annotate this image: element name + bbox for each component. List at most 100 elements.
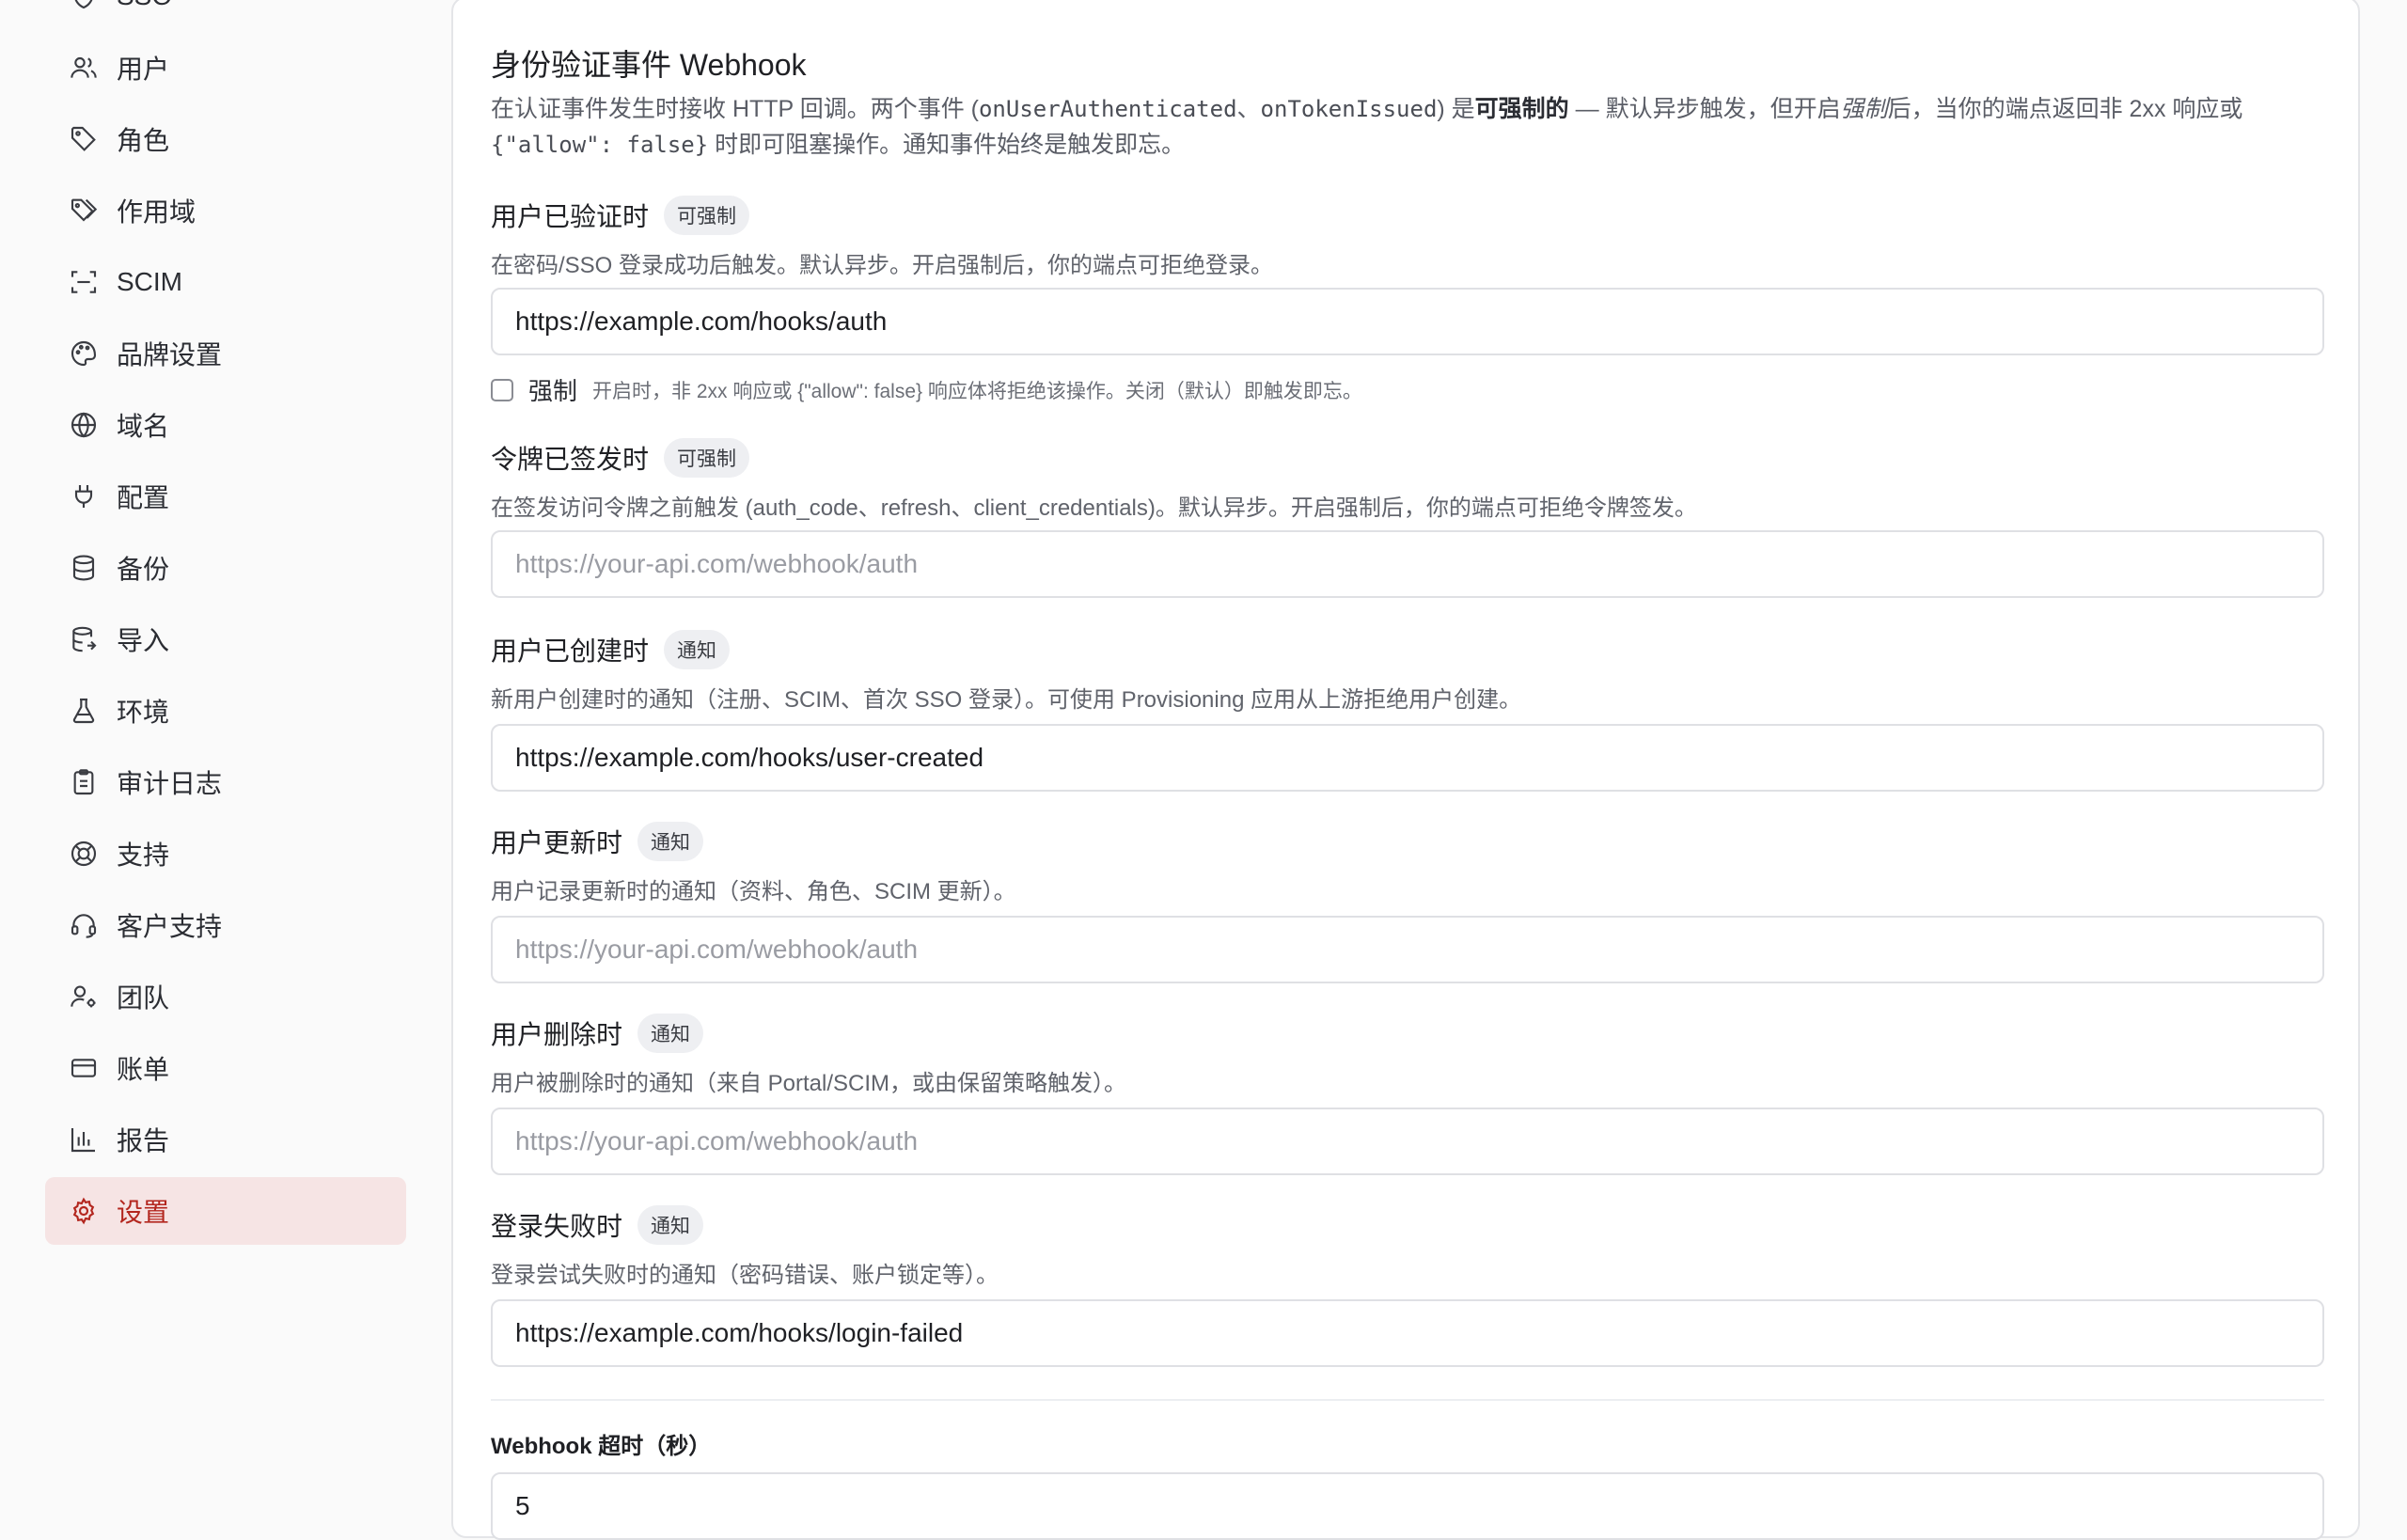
- sidebar-item-label: 客户支持: [117, 912, 223, 941]
- user-updated-url-input[interactable]: [491, 916, 2324, 983]
- notify-badge: 通知: [637, 1205, 704, 1245]
- plug-icon: [68, 480, 100, 512]
- sidebar-item-label: 配置: [117, 483, 170, 512]
- webhook-timeout-input[interactable]: [491, 1472, 2324, 1540]
- desc-code-on-token-issued: onTokenIssued: [1260, 96, 1438, 122]
- sidebar-item-import[interactable]: 导入: [45, 605, 406, 673]
- lifebuoy-icon: [68, 838, 100, 870]
- shield-icon: [68, 0, 100, 12]
- sidebar-item-branding[interactable]: 品牌设置: [45, 320, 406, 387]
- database-import-icon: [68, 623, 100, 655]
- user-cog-icon: [68, 981, 100, 1013]
- event-login-failed-title: 登录失败时 通知: [491, 1205, 704, 1245]
- users-icon: [68, 52, 100, 84]
- sidebar-item-billing[interactable]: 账单: [45, 1034, 406, 1102]
- sidebar-item-audit-log[interactable]: 审计日志: [45, 748, 406, 816]
- desc-italic: 强制: [1840, 96, 1888, 122]
- user-created-url-input[interactable]: [491, 724, 2324, 792]
- database-icon: [68, 552, 100, 584]
- user-authenticated-url-input[interactable]: [491, 288, 2324, 355]
- sidebar-item-config[interactable]: 配置: [45, 463, 406, 530]
- palette-icon: [68, 338, 100, 369]
- sidebar-item-label: 备份: [117, 555, 170, 584]
- sidebar-item-label: 品牌设置: [117, 340, 223, 369]
- enforce-label: 强制: [528, 377, 578, 405]
- event-user-authenticated-title: 用户已验证时 可强制: [491, 196, 750, 235]
- sidebar-item-label: 账单: [117, 1055, 170, 1084]
- sidebar-item-environments[interactable]: 环境: [45, 677, 406, 745]
- scan-icon: [68, 266, 100, 298]
- sidebar-item-domains[interactable]: 域名: [45, 391, 406, 459]
- event-token-issued-title: 令牌已签发时 可强制: [491, 438, 750, 478]
- token-issued-url-input[interactable]: [491, 530, 2324, 598]
- sidebar-item-label: 用户: [117, 55, 170, 84]
- sidebar-item-reports[interactable]: 报告: [45, 1106, 406, 1173]
- desc-text: 在认证事件发生时接收 HTTP 回调。两个事件 (: [491, 96, 979, 122]
- enforce-row: 强制 开启时，非 2xx 响应或 {"allow": false} 响应体将拒绝…: [491, 372, 1362, 407]
- desc-separator: 、: [1236, 96, 1261, 122]
- enforce-checkbox[interactable]: [491, 378, 513, 401]
- sidebar-item-roles[interactable]: 角色: [45, 105, 406, 173]
- globe-icon: [68, 409, 100, 441]
- flask-icon: [68, 695, 100, 727]
- sidebar-item-scopes[interactable]: 作用域: [45, 177, 406, 244]
- tags-icon: [68, 195, 100, 227]
- event-description: 在签发访问令牌之前触发 (auth_code、refresh、client_cr…: [491, 495, 1697, 521]
- sidebar-item-backup[interactable]: 备份: [45, 534, 406, 602]
- sidebar-item-support[interactable]: 支持: [45, 820, 406, 888]
- sidebar-item-scim[interactable]: SCIM: [45, 248, 406, 316]
- user-deleted-url-input[interactable]: [491, 1108, 2324, 1175]
- sidebar-item-label: 支持: [117, 841, 170, 870]
- enforceable-badge: 可强制: [664, 438, 750, 478]
- event-title-text: 登录失败时: [491, 1212, 623, 1241]
- credit-card-icon: [68, 1052, 100, 1084]
- sidebar-item-customer-support[interactable]: 客户支持: [45, 891, 406, 959]
- sidebar-item-label: 环境: [117, 698, 170, 727]
- desc-text: 后，当你的端点返回非 2xx 响应或: [1887, 96, 2243, 122]
- sidebar-item-users[interactable]: 用户: [45, 34, 406, 102]
- event-title-text: 用户已创建时: [491, 636, 650, 666]
- sidebar-item-label: 报告: [117, 1126, 170, 1155]
- notify-badge: 通知: [637, 822, 704, 861]
- sidebar-item-label: 设置: [117, 1198, 170, 1227]
- desc-text: — 默认异步触发，但开启: [1568, 96, 1841, 122]
- settings-gear-icon: [68, 1195, 100, 1227]
- event-title-text: 用户更新时: [491, 828, 623, 857]
- webhook-settings-card: 身份验证事件 Webhook 在认证事件发生时接收 HTTP 回调。两个事件 (…: [451, 0, 2360, 1540]
- sidebar-item-label: SSO: [117, 0, 172, 11]
- event-user-updated-title: 用户更新时 通知: [491, 822, 704, 861]
- login-failed-url-input[interactable]: [491, 1299, 2324, 1367]
- webhook-timeout-label: Webhook 超时（秒）: [491, 1434, 712, 1459]
- sidebar-item-label: 域名: [117, 412, 170, 441]
- bar-chart-icon: [68, 1124, 100, 1155]
- sidebar-item-sso[interactable]: SSO: [45, 0, 406, 30]
- section-description: 在认证事件发生时接收 HTTP 回调。两个事件 (onUserAuthentic…: [491, 91, 2305, 163]
- sidebar-item-team[interactable]: 团队: [45, 963, 406, 1030]
- headset-icon: [68, 909, 100, 941]
- section-divider: [491, 1399, 2324, 1401]
- tag-icon: [68, 123, 100, 155]
- event-title-text: 用户删除时: [491, 1020, 623, 1049]
- event-user-created-title: 用户已创建时 通知: [491, 630, 731, 669]
- enforceable-badge: 可强制: [664, 196, 750, 235]
- sidebar-item-settings[interactable]: 设置: [45, 1177, 406, 1245]
- sidebar-item-label: 导入: [117, 626, 170, 655]
- notify-badge: 通知: [637, 1014, 704, 1053]
- sidebar-item-label: 作用域: [117, 197, 197, 227]
- event-description: 用户记录更新时的通知（资料、角色、SCIM 更新）。: [491, 879, 1016, 904]
- desc-text: ) 是: [1437, 96, 1475, 122]
- sidebar: SSO 用户 角色 作用域 SCIM 品牌设置 域名: [0, 0, 451, 1504]
- sidebar-item-label: 角色: [117, 126, 170, 155]
- event-user-deleted-title: 用户删除时 通知: [491, 1014, 704, 1053]
- notify-badge: 通知: [664, 630, 731, 669]
- desc-code-allow-false: {"allow": false}: [491, 132, 709, 158]
- event-description: 用户被删除时的通知（来自 Portal/SCIM，或由保留策略触发）。: [491, 1071, 1127, 1096]
- sidebar-item-label: SCIM: [117, 267, 182, 296]
- event-description: 在密码/SSO 登录成功后触发。默认异步。开启强制后，你的端点可拒绝登录。: [491, 253, 1274, 278]
- event-title-text: 用户已验证时: [491, 202, 650, 231]
- desc-code-on-user-authenticated: onUserAuthenticated: [978, 96, 1237, 122]
- desc-bold: 可强制的: [1474, 96, 1569, 122]
- event-description: 新用户创建时的通知（注册、SCIM、首次 SSO 登录）。可使用 Provisi…: [491, 687, 1522, 713]
- sidebar-item-label: 团队: [117, 983, 170, 1013]
- sidebar-item-label: 审计日志: [117, 769, 223, 798]
